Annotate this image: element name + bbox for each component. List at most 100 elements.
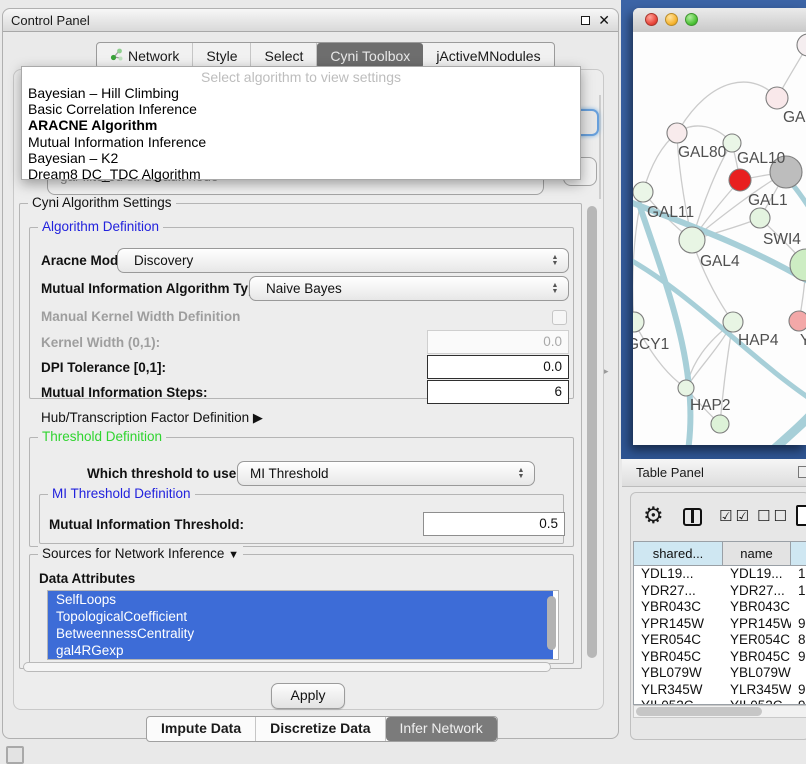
network-view-window[interactable]: GALGAL80GAL10GAL1GAL11SWI4GAL4GCY1HAP4YH… xyxy=(633,8,806,445)
table-cell[interactable]: YPR145W xyxy=(723,616,791,633)
table-cell[interactable]: YER054C xyxy=(723,632,791,649)
table-row[interactable]: YLR345WYLR345W9. xyxy=(634,682,806,699)
aracne-mode-combo[interactable]: Discovery ▲▼ xyxy=(117,248,569,273)
mi-steps-field[interactable]: 6 xyxy=(427,380,569,404)
attribute-item[interactable]: BetweennessCentrality xyxy=(48,625,553,642)
table-cell[interactable]: 9 xyxy=(791,698,806,705)
which-threshold-combo[interactable]: MI Threshold ▲▼ xyxy=(237,461,535,486)
table-cell[interactable] xyxy=(791,599,806,616)
attribute-item[interactable]: gal4RGexp xyxy=(48,642,553,659)
table-cell[interactable]: YBR043C xyxy=(723,599,791,616)
tab-impute-data[interactable]: Impute Data xyxy=(147,717,256,741)
algorithm-option[interactable]: ARACNE Algorithm xyxy=(22,117,580,133)
network-node xyxy=(667,123,687,143)
settings-horizontal-scrollbar[interactable] xyxy=(21,661,582,674)
tab-network[interactable]: Network xyxy=(97,43,193,68)
control-panel: Control Panel ✕ Network Style Select Cyni T… xyxy=(2,8,619,739)
column-header[interactable]: name xyxy=(723,542,791,566)
network-window-titlebar[interactable] xyxy=(633,8,806,33)
apply-button[interactable]: Apply xyxy=(271,683,345,709)
table-cell[interactable]: YBR045C xyxy=(723,649,791,666)
gear-icon[interactable]: ⚙ xyxy=(643,502,664,529)
table-cell[interactable] xyxy=(791,665,806,682)
deselect-all-icon[interactable]: ☐☐ xyxy=(757,507,790,525)
tab-select[interactable]: Select xyxy=(251,43,317,68)
network-node xyxy=(790,249,806,281)
close-icon[interactable]: ✕ xyxy=(598,9,610,32)
algorithm-option[interactable]: Mutual Information Inference xyxy=(22,134,580,150)
node-table[interactable]: shared...nameAYDL19...YDL19...13YDR27...… xyxy=(633,541,806,705)
column-header[interactable]: A xyxy=(791,542,806,566)
table-row[interactable]: YDL19...YDL19...13 xyxy=(634,566,806,583)
sources-collapser[interactable]: Sources for Network Inference ▼ xyxy=(38,546,243,561)
table-cell[interactable]: YBL079W xyxy=(634,665,723,682)
dpi-tolerance-field[interactable]: 0.0 xyxy=(427,355,569,379)
panel-title: Control Panel xyxy=(11,9,90,32)
float-panel-icon[interactable] xyxy=(581,16,590,25)
table-cell[interactable]: YBR043C xyxy=(634,599,723,616)
table-cell[interactable]: YPR145W xyxy=(634,616,723,633)
list-scrollbar[interactable] xyxy=(547,596,556,650)
tab-jactivemnodules[interactable]: jActiveMNodules xyxy=(423,43,553,68)
table-cell[interactable]: 9. xyxy=(791,682,806,699)
table-cell[interactable]: YIL052C xyxy=(723,698,791,705)
attribute-item[interactable]: SelfLoops xyxy=(48,591,553,608)
close-traffic-light-icon[interactable] xyxy=(645,13,658,26)
document-icon[interactable] xyxy=(796,505,806,526)
table-cell[interactable]: YER054C xyxy=(634,632,723,649)
table-cell[interactable]: YIL052C xyxy=(634,698,723,705)
tab-label: Style xyxy=(206,44,237,68)
column-header[interactable]: shared... xyxy=(634,542,723,566)
zoom-traffic-light-icon[interactable] xyxy=(685,13,698,26)
columns-icon[interactable] xyxy=(683,508,702,526)
data-attributes-list[interactable]: SelfLoopsTopologicalCoefficientBetweenne… xyxy=(47,590,559,660)
minimize-traffic-light-icon[interactable] xyxy=(665,13,678,26)
algorithm-option[interactable]: Bayesian – Hill Climbing xyxy=(22,85,580,101)
table-row[interactable]: YPR145WYPR145W9. xyxy=(634,616,806,633)
manual-kernel-checkbox[interactable] xyxy=(552,310,567,325)
table-cell[interactable]: YBL079W xyxy=(723,665,791,682)
tab-cyni-toolbox[interactable]: Cyni Toolbox xyxy=(317,43,423,68)
table-cell[interactable]: 12 xyxy=(791,583,806,600)
network-graph: GALGAL80GAL10GAL1GAL11SWI4GAL4GCY1HAP4YH… xyxy=(633,32,806,445)
table-row[interactable]: YBL079WYBL079W xyxy=(634,665,806,682)
node-label: GAL10 xyxy=(737,150,786,167)
table-cell[interactable]: 9. xyxy=(791,649,806,666)
table-cell[interactable]: YBR045C xyxy=(634,649,723,666)
table-row[interactable]: YBR043CYBR043C xyxy=(634,599,806,616)
tab-label: Cyni Toolbox xyxy=(330,44,410,68)
table-cell[interactable]: 13 xyxy=(791,566,806,583)
table-float-icon[interactable] xyxy=(798,466,806,478)
algorithm-option[interactable]: Dream8 DC_TDC Algorithm xyxy=(22,166,580,182)
table-cell[interactable]: YLR345W xyxy=(723,682,791,699)
table-cell[interactable]: YDL19... xyxy=(634,566,723,583)
table-row[interactable]: YBR045CYBR045C9. xyxy=(634,649,806,666)
table-panel-titlebar: Table Panel xyxy=(622,459,806,487)
table-cell[interactable]: 9. xyxy=(791,616,806,633)
table-cell[interactable]: YDR27... xyxy=(634,583,723,600)
tab-label: Network xyxy=(128,44,179,68)
network-canvas[interactable]: GALGAL80GAL10GAL1GAL11SWI4GAL4GCY1HAP4YH… xyxy=(633,32,806,445)
minimized-panel-icon[interactable] xyxy=(6,746,24,764)
table-cell[interactable]: YDR27... xyxy=(723,583,791,600)
select-all-icon[interactable]: ☑☑ xyxy=(719,507,752,525)
algorithm-option[interactable]: Bayesian – K2 xyxy=(22,150,580,166)
attribute-item[interactable]: TopologicalCoefficient xyxy=(48,608,553,625)
kernel-width-field[interactable]: 0.0 xyxy=(427,330,569,354)
table-row[interactable]: YIL052CYIL052C9 xyxy=(634,698,806,705)
table-cell[interactable]: YLR345W xyxy=(634,682,723,699)
mi-type-combo[interactable]: Naive Bayes ▲▼ xyxy=(249,276,569,301)
tab-style[interactable]: Style xyxy=(193,43,251,68)
table-row[interactable]: YER054CYER054C8. xyxy=(634,632,806,649)
tab-infer-network[interactable]: Infer Network xyxy=(386,717,497,741)
mi-threshold-field[interactable]: 0.5 xyxy=(423,512,565,536)
panel-resize-handle[interactable]: ▸ xyxy=(604,366,609,377)
table-horizontal-scrollbar[interactable] xyxy=(633,705,806,718)
table-row[interactable]: YDR27...YDR27...12 xyxy=(634,583,806,600)
settings-vertical-scrollbar[interactable] xyxy=(586,204,598,668)
table-cell[interactable]: 8. xyxy=(791,632,806,649)
tab-discretize-data[interactable]: Discretize Data xyxy=(256,717,385,741)
hub-definition-expander[interactable]: Hub/Transcription Factor Definition ▶ xyxy=(41,410,263,426)
table-cell[interactable]: YDL19... xyxy=(723,566,791,583)
algorithm-option[interactable]: Basic Correlation Inference xyxy=(22,101,580,117)
